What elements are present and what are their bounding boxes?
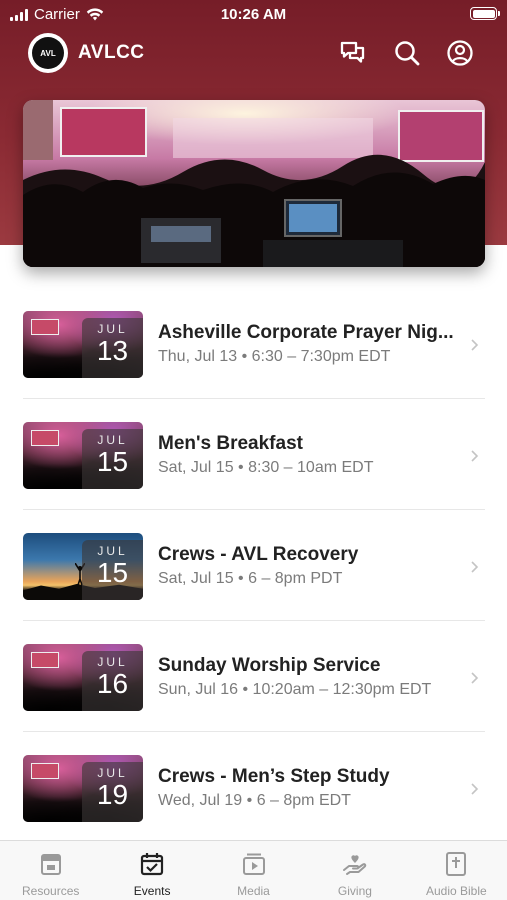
- date-day: 15: [96, 446, 129, 477]
- app-bar: AVL AVLCC: [0, 30, 507, 76]
- event-row[interactable]: JUL 15 Men's Breakfast Sat, Jul 15 • 8:30 –…: [0, 399, 507, 510]
- event-thumbnail: JUL 15: [23, 422, 143, 489]
- tab-bar: Resources Events Media Giving Audio Bibl…: [0, 840, 507, 900]
- tab-label: Resources: [22, 884, 80, 898]
- tab-giving[interactable]: Giving: [304, 841, 405, 900]
- event-thumbnail: JUL 15: [23, 533, 143, 600]
- chevron-right-icon: [471, 450, 479, 462]
- date-day: 16: [96, 668, 129, 699]
- event-title: Sunday Worship Service: [158, 655, 381, 676]
- event-time: Sat, Jul 15 • 6 – 8pm PDT: [158, 570, 343, 587]
- giving-icon: [342, 855, 367, 875]
- date-day: 15: [96, 557, 129, 588]
- status-bar: Carrier 10:26 AM: [0, 0, 507, 30]
- chat-icon[interactable]: [338, 38, 368, 68]
- event-thumbnail: JUL 13: [23, 311, 143, 378]
- hero-image[interactable]: [23, 100, 485, 267]
- event-thumbnail: JUL 19: [23, 755, 143, 822]
- tab-label: Audio Bible: [425, 884, 487, 898]
- event-row[interactable]: JUL 19 Crews - Men’s Step Study Wed, Jul 19…: [0, 732, 507, 843]
- event-title: Crews - Men’s Step Study: [158, 766, 390, 787]
- tab-resources[interactable]: Resources: [0, 841, 101, 900]
- chevron-right-icon: [471, 672, 479, 684]
- tab-label: Events: [133, 884, 171, 898]
- media-icon: [242, 853, 265, 875]
- event-time: Thu, Jul 13 • 6:30 – 7:30pm EDT: [158, 348, 391, 365]
- event-title: Crews - AVL Recovery: [158, 544, 359, 565]
- date-badge: JUL 13: [82, 318, 143, 378]
- search-icon[interactable]: [392, 38, 422, 68]
- date-month: JUL: [97, 655, 128, 669]
- event-thumbnail: JUL 16: [23, 644, 143, 711]
- date-day: 19: [96, 779, 129, 810]
- status-time: 10:26 AM: [220, 6, 287, 23]
- event-row[interactable]: JUL 16 Sunday Worship Service Sun, Jul 16 •…: [0, 621, 507, 732]
- date-month: JUL: [97, 766, 128, 780]
- event-time: Wed, Jul 19 • 6 – 8pm EDT: [158, 792, 351, 809]
- event-title: Men's Breakfast: [158, 433, 303, 454]
- bible-icon: [446, 852, 467, 876]
- church-logo[interactable]: AVL: [28, 33, 68, 73]
- date-month: JUL: [97, 544, 128, 558]
- resources-icon: [40, 854, 61, 875]
- event-row[interactable]: JUL 15 Crews - AVL Recovery Sat, Jul 15 • 6…: [0, 510, 507, 621]
- date-badge: JUL 15: [82, 429, 143, 489]
- date-month: JUL: [97, 433, 128, 447]
- chevron-right-icon: [471, 339, 479, 351]
- event-title: Asheville Corporate Prayer Nig...: [158, 322, 454, 343]
- tab-label: Giving: [337, 884, 372, 898]
- tab-events[interactable]: Events: [101, 841, 202, 900]
- event-time: Sat, Jul 15 • 8:30 – 10am EDT: [158, 459, 374, 476]
- date-badge: JUL 16: [82, 651, 143, 711]
- event-row[interactable]: JUL 13 Asheville Corporate Prayer Nig... Th…: [0, 288, 507, 399]
- tab-label: Media: [237, 884, 270, 898]
- app-title: AVLCC: [78, 42, 145, 63]
- date-day: 13: [96, 335, 129, 366]
- tab-audio-bible[interactable]: Audio Bible: [406, 841, 507, 900]
- worship-photo: [23, 100, 485, 267]
- calendar-icon: [141, 853, 164, 876]
- battery-icon: [470, 7, 500, 20]
- profile-icon[interactable]: [445, 38, 475, 68]
- chevron-right-icon: [471, 783, 479, 795]
- date-month: JUL: [97, 322, 128, 336]
- chevron-right-icon: [471, 561, 479, 573]
- tab-media[interactable]: Media: [203, 841, 304, 900]
- date-badge: JUL 15: [82, 540, 143, 600]
- logo-text: AVL: [32, 37, 64, 69]
- event-time: Sun, Jul 16 • 10:20am – 12:30pm EDT: [158, 681, 432, 698]
- date-badge: JUL 19: [82, 762, 143, 822]
- event-list: JUL 13 Asheville Corporate Prayer Nig... Th…: [0, 288, 507, 843]
